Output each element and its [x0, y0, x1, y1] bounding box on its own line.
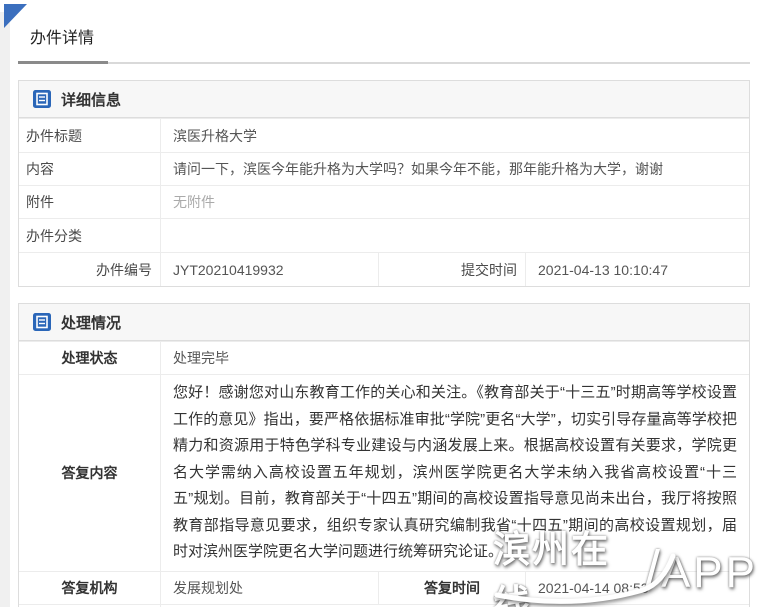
table-row-title: 办件标题 滨医升格大学 — [19, 118, 749, 152]
row-value: 2021-04-13 10:10:47 — [526, 253, 749, 286]
table-row-number-time: 办件编号 JYT20210419932 提交时间 2021-04-13 10:1… — [19, 252, 749, 286]
row-label: 办件编号 — [19, 253, 161, 286]
document-icon — [33, 313, 51, 331]
row-value: 处理完毕 — [161, 342, 749, 374]
row-value: 滨医升格大学 — [161, 119, 749, 152]
row-label: 附件 — [19, 186, 161, 218]
row-label: 处理状态 — [19, 342, 161, 374]
row-value: 您好！感谢您对山东教育工作的关心和关注。《教育部关于“十三五”时期高等学校设置工… — [161, 375, 749, 571]
page-left-gutter — [0, 12, 10, 607]
tab-item-details[interactable]: 办件详情 — [18, 18, 108, 64]
row-label: 办件标题 — [19, 119, 161, 152]
process-status-header: 处理情况 — [19, 304, 749, 341]
section-title: 详细信息 — [61, 89, 121, 110]
tab-bar: 办件详情 — [18, 18, 750, 64]
table-row-reply-content: 答复内容 您好！感谢您对山东教育工作的关心和关注。《教育部关于“十三五”时期高等… — [19, 374, 749, 571]
table-row-category: 办件分类 — [19, 218, 749, 252]
table-row-org-time: 答复机构 发展规划处 答复时间 2021-04-14 08:53 — [19, 571, 749, 604]
page: 办件详情 详细信息 办件标题 滨医升格大学 内容 请问一下，滨医今年能升格为大学… — [0, 0, 758, 607]
detail-info-panel: 详细信息 办件标题 滨医升格大学 内容 请问一下，滨医今年能升格为大学吗？如果今… — [18, 80, 750, 287]
main-content: 办件详情 详细信息 办件标题 滨医升格大学 内容 请问一下，滨医今年能升格为大学… — [10, 0, 758, 607]
row-value — [161, 219, 749, 252]
row-label: 办件分类 — [19, 219, 161, 252]
row-value: JYT20210419932 — [161, 253, 379, 286]
row-value: 无附件 — [161, 186, 749, 218]
reply-text: 您好！感谢您对山东教育工作的关心和关注。《教育部关于“十三五”时期高等学校设置工… — [161, 375, 749, 571]
section-title: 处理情况 — [61, 312, 121, 333]
table-row-attachment: 附 件 无附件 — [19, 604, 749, 607]
row-label: 答复时间 — [379, 572, 526, 604]
row-value: 发展规划处 — [161, 572, 379, 604]
process-status-panel: 处理情况 处理状态 处理完毕 答复内容 您好！感谢您对山东教育工作的关心和关注。… — [18, 303, 750, 607]
row-label: 答复机构 — [19, 572, 161, 604]
row-label: 提交时间 — [379, 253, 526, 286]
table-row-content: 内容 请问一下，滨医今年能升格为大学吗？如果今年不能，那年能升格为大学，谢谢 — [19, 152, 749, 185]
row-value: 请问一下，滨医今年能升格为大学吗？如果今年不能，那年能升格为大学，谢谢 — [161, 153, 749, 185]
table-row-status: 处理状态 处理完毕 — [19, 341, 749, 374]
table-row-attachment: 附件 无附件 — [19, 185, 749, 218]
document-icon — [33, 90, 51, 108]
row-value: 2021-04-14 08:53 — [526, 572, 749, 604]
row-label: 答复内容 — [19, 375, 161, 571]
row-label: 内容 — [19, 153, 161, 185]
detail-info-header: 详细信息 — [19, 81, 749, 118]
